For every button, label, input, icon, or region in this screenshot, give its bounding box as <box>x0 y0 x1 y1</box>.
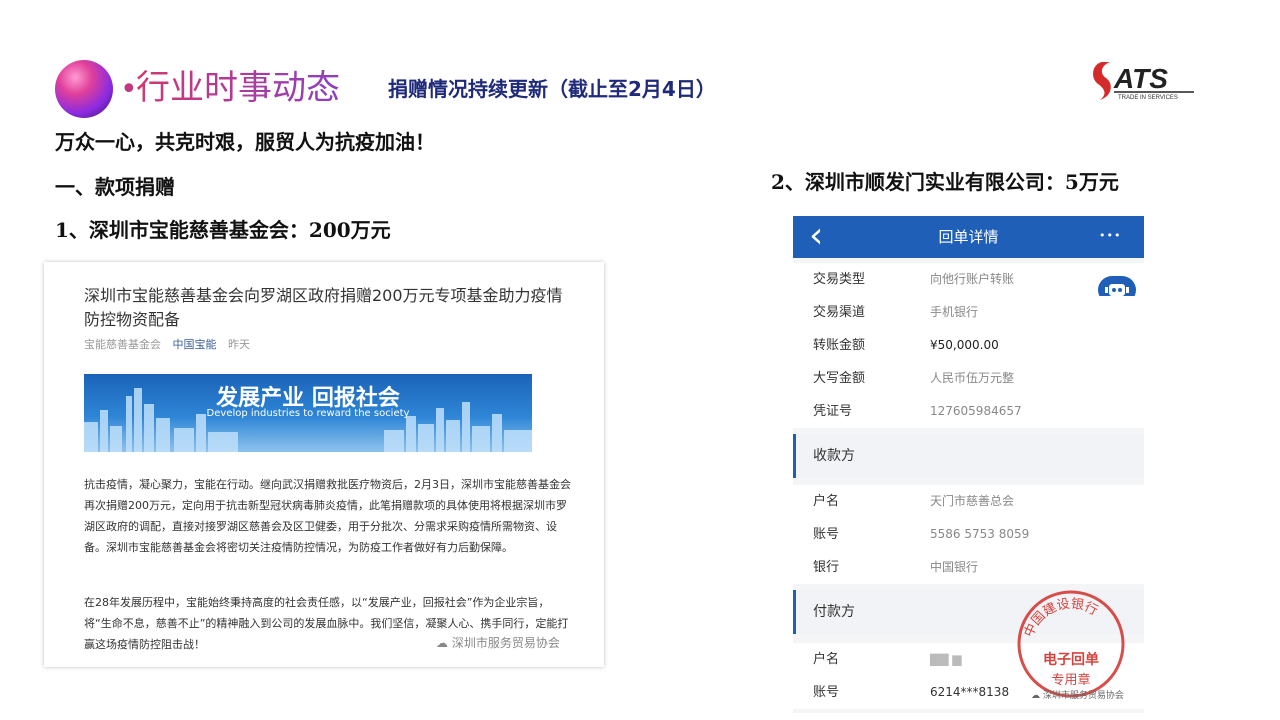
watermark-text: 深圳市服务贸易协会 <box>1042 691 1124 701</box>
payee-section-header: 收款方 <box>793 434 1144 478</box>
page-title: 行业时事动态 <box>136 64 340 112</box>
receipt-row: 大写金额 人民币伍万元整 <box>793 362 1144 395</box>
row-label: 大写金额 <box>813 371 866 386</box>
receipt-top-bar: ‹ 回单详情 ••• <box>793 216 1144 258</box>
receipt-row: 转账金额 ¥50,000.00 <box>793 329 1144 362</box>
row-value: 127605984657 <box>930 404 1022 418</box>
svg-text:中国建设银行: 中国建设银行 <box>1022 597 1100 640</box>
stamp-line-2: 专用章 <box>1051 672 1090 688</box>
row-value: ▇▇ ▆ <box>930 652 962 666</box>
row-value: 手机银行 <box>930 305 979 319</box>
row-label: 交易类型 <box>813 272 866 287</box>
receipt-title: 回单详情 <box>938 228 999 246</box>
logo-text: ATS <box>1113 63 1168 94</box>
receipt-row: 银行 中国银行 <box>793 551 1144 584</box>
bank-receipt-screenshot: ‹ 回单详情 ••• 交易类型 向他行账户转账 交易渠道 手机银行 转账金额 ¥… <box>793 216 1144 713</box>
article-source: 宝能慈善基金会 <box>84 338 161 351</box>
receipt-row: 交易类型 向他行账户转账 <box>793 263 1144 296</box>
row-value: 5586 5753 8059 <box>930 527 1030 541</box>
row-value: 天门市慈善总会 <box>930 494 1015 508</box>
donation-item-2: 2、深圳市顺发门实业有限公司：5万元 <box>771 170 1119 194</box>
donation-item-1: 1、深圳市宝能慈善基金会：200万元 <box>55 218 391 242</box>
wechat-icon: ☁ <box>1031 691 1043 701</box>
row-value: 人民币伍万元整 <box>930 371 1015 385</box>
page-subtitle: 捐赠情况持续更新（截止至2月4日） <box>388 77 716 101</box>
row-label: 户名 <box>813 652 840 667</box>
row-label: 凭证号 <box>813 404 853 419</box>
section-heading: 一、款项捐赠 <box>55 175 175 199</box>
article-meta: 宝能慈善基金会 中国宝能 昨天 <box>84 336 258 352</box>
wechat-icon: ☁ <box>436 636 452 650</box>
row-value: 中国银行 <box>930 560 979 574</box>
ats-logo: ATS TRADE IN SERVICES <box>1088 58 1198 102</box>
row-label: 银行 <box>813 560 840 575</box>
bank-seal-stamp: 中国建设银行 电子回单 专用章 <box>1015 588 1127 700</box>
article-time: 昨天 <box>228 338 250 351</box>
row-value: 6214***8138 <box>930 685 1010 699</box>
receipt-row: 凭证号 127605984657 <box>793 395 1144 428</box>
more-icon[interactable]: ••• <box>1099 216 1121 256</box>
row-label: 账号 <box>813 685 840 700</box>
article-account-link[interactable]: 中国宝能 <box>173 338 217 351</box>
row-label: 户名 <box>813 494 840 509</box>
decorative-orb <box>55 60 113 118</box>
watermark-text: 深圳市服务贸易协会 <box>451 636 560 650</box>
section-label: 收款方 <box>813 448 855 464</box>
receipt-watermark: ☁ 深圳市服务贸易协会 <box>1031 688 1124 701</box>
slogan: 万众一心，共克时艰，服贸人为抗疫加油！ <box>55 130 435 154</box>
article-title: 深圳市宝能慈善基金会向罗湖区政府捐赠200万元专项基金助力疫情防控物资配备 <box>84 286 563 329</box>
section-label: 付款方 <box>813 604 855 620</box>
row-label: 账号 <box>813 527 840 542</box>
row-value: ¥50,000.00 <box>930 338 999 352</box>
stamp-ring-text: 中国建设银行 <box>1022 597 1100 640</box>
wechat-watermark: ☁ 深圳市服务贸易协会 <box>436 634 560 651</box>
banner-slogan-en: Develop industries to reward the society <box>206 408 410 419</box>
article-banner: 发展产业 回报社会 Develop industries to reward t… <box>84 374 532 452</box>
logo-tagline: TRADE IN SERVICES <box>1118 95 1178 101</box>
receipt-row: 交易渠道 手机银行 <box>793 296 1144 329</box>
row-label: 转账金额 <box>813 338 866 353</box>
receipt-row: 户名 天门市慈善总会 <box>793 485 1144 518</box>
article-paragraph-1: 抗击疫情，凝心聚力，宝能在行动。继向武汉捐赠救批医疗物资后，2月3日，深圳市宝能… <box>84 478 571 554</box>
row-value: 向他行账户转账 <box>930 272 1015 286</box>
row-label: 交易渠道 <box>813 305 866 320</box>
article-screenshot: 深圳市宝能慈善基金会向罗湖区政府捐赠200万元专项基金助力疫情防控物资配备 宝能… <box>44 262 604 667</box>
receipt-row: 账号 5586 5753 8059 <box>793 518 1144 551</box>
stamp-line-1: 电子回单 <box>1043 651 1099 668</box>
